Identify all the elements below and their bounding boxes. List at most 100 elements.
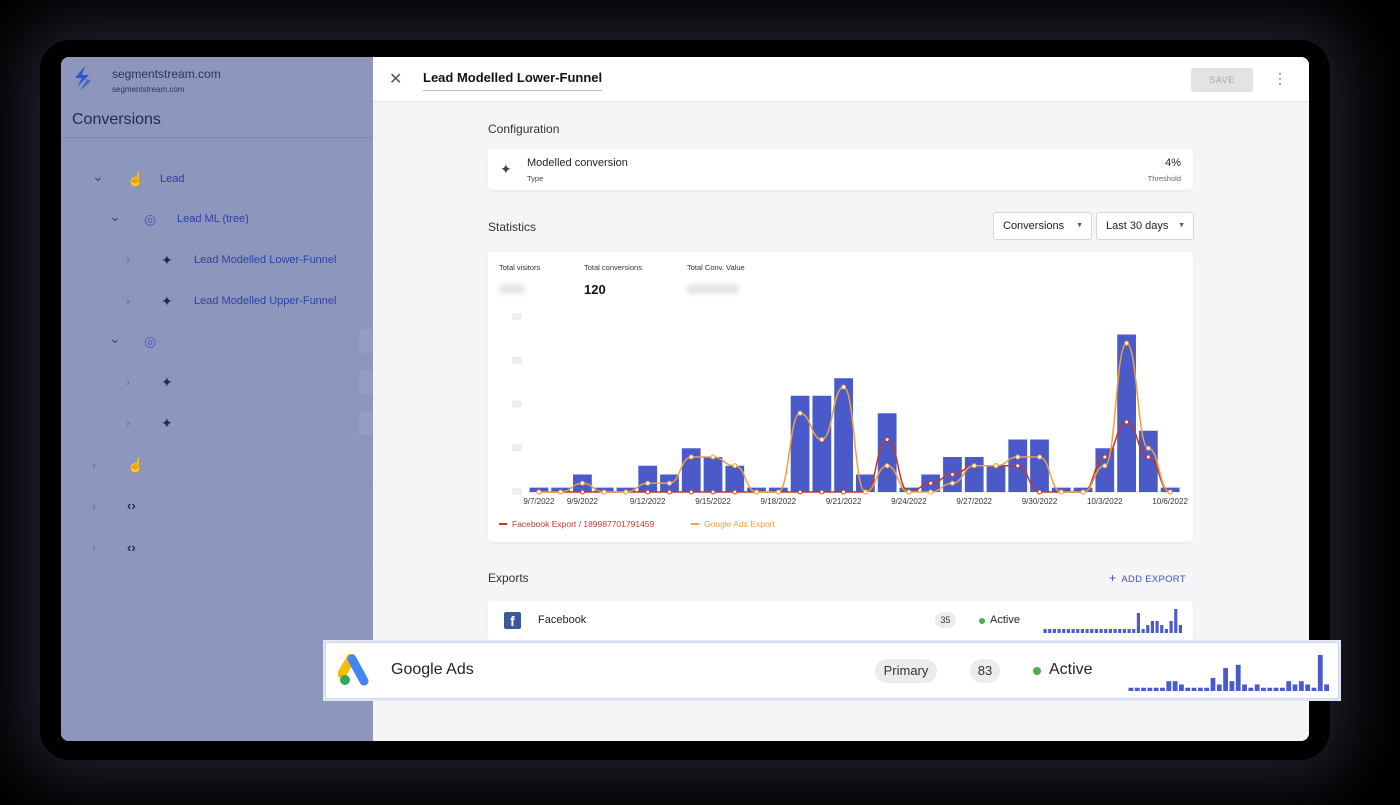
chevron-right-icon[interactable]: › (126, 294, 130, 308)
chart-point[interactable] (732, 463, 738, 469)
legend-item-facebook: Facebook Export / 189987701791459 (499, 519, 654, 529)
sparkline-bar (1099, 629, 1103, 633)
chevron-right-icon[interactable]: › (126, 253, 130, 267)
chart-bar[interactable] (964, 457, 984, 492)
chart-point[interactable] (710, 454, 716, 460)
export-sparkline (1128, 655, 1329, 691)
chart-point[interactable] (1145, 445, 1151, 451)
chart-point[interactable] (1124, 340, 1130, 346)
chart-bar[interactable] (703, 457, 723, 492)
chart-point[interactable] (797, 410, 803, 416)
chart-bar[interactable] (1030, 439, 1049, 493)
chart-point[interactable] (666, 480, 672, 486)
chart-point[interactable] (928, 489, 934, 495)
chart-point[interactable] (1080, 489, 1086, 495)
chart-point[interactable] (688, 489, 694, 495)
more-vertical-icon[interactable]: ⋮ (1273, 70, 1287, 87)
chart-point[interactable] (623, 489, 629, 495)
tree-item[interactable]: › ✦ (61, 362, 373, 402)
chart-point[interactable] (819, 489, 825, 495)
series-line-google-ads (538, 342, 1171, 493)
chart-point[interactable] (1037, 454, 1043, 460)
chevron-right-icon[interactable]: › (92, 499, 96, 513)
sparkline-bar (1317, 655, 1323, 691)
tree-item[interactable]: › ☝ (61, 445, 373, 485)
chart-point[interactable] (754, 489, 760, 495)
date-range-select[interactable]: Last 30 days ▼ (1096, 212, 1194, 240)
chart-point[interactable] (1015, 454, 1021, 460)
tree-item[interactable]: › ✦ Lead Modelled Lower-Funnel (61, 240, 373, 280)
chart-point[interactable] (928, 480, 934, 486)
chart-bar[interactable] (812, 395, 832, 492)
chart-point[interactable] (688, 454, 694, 460)
chart-point[interactable] (841, 489, 847, 495)
chevron-down-icon[interactable]: ⌄ (92, 168, 104, 185)
save-button[interactable]: SAVE (1191, 68, 1253, 92)
tree-item[interactable]: › ✦ Lead Modelled Upper-Funnel (61, 281, 373, 321)
tree-item[interactable]: ⌄ ◎ (61, 321, 373, 361)
chart-point[interactable] (949, 472, 955, 477)
chevron-right-icon[interactable]: › (126, 416, 130, 430)
tree-item[interactable]: › ✦ (61, 403, 373, 443)
tree-item[interactable]: › ‹› (61, 528, 373, 568)
chart-bar[interactable] (877, 413, 897, 492)
metric-select[interactable]: Conversions ▼ (993, 212, 1092, 240)
conversion-name-input[interactable]: Lead Modelled Lower-Funnel (423, 70, 603, 91)
chevron-down-icon[interactable]: ⌄ (109, 208, 121, 225)
sparkle-icon: ✦ (161, 293, 173, 309)
tree-item[interactable]: › ‹› (61, 486, 373, 526)
chart-bar[interactable] (790, 395, 810, 492)
sparkline-bar (1254, 684, 1260, 691)
tree-item[interactable]: ⌄ ◎ Lead ML (tree) (61, 199, 373, 239)
legend-label-facebook: Facebook Export / 189987701791459 (512, 519, 655, 529)
sparkle-icon: ✦ (161, 252, 173, 268)
chart-point[interactable] (884, 437, 890, 442)
chart-point[interactable] (775, 489, 781, 495)
code-icon: ‹› (127, 498, 136, 513)
chart-point[interactable] (666, 489, 672, 495)
x-tick-label: 9/30/2022 (1022, 497, 1058, 506)
chart-point[interactable] (579, 480, 585, 486)
chart-point[interactable] (601, 489, 607, 495)
chart-point[interactable] (1124, 419, 1130, 425)
tree-item[interactable]: ⌄ ☝ Lead (61, 159, 373, 199)
sparkline-bar (1305, 684, 1311, 691)
chart-point[interactable] (862, 489, 868, 495)
chart-point[interactable] (732, 489, 738, 495)
chevron-down-icon[interactable]: ⌄ (109, 330, 121, 347)
chevron-right-icon[interactable]: › (92, 458, 96, 472)
chart-point[interactable] (1037, 489, 1043, 495)
close-icon[interactable]: ✕ (389, 69, 402, 89)
chart-point[interactable] (579, 489, 585, 495)
y-tick-label-redacted (512, 313, 522, 320)
chart-point[interactable] (993, 463, 999, 469)
chevron-right-icon[interactable]: › (126, 375, 130, 389)
chart-point[interactable] (797, 489, 803, 495)
chart-point[interactable] (906, 489, 912, 495)
chart-point[interactable] (1102, 454, 1108, 460)
chart-point[interactable] (949, 480, 955, 486)
chart-bar[interactable] (986, 465, 1006, 492)
export-row-facebook[interactable]: f Facebook 35 Active (488, 601, 1193, 641)
chart-point[interactable] (971, 463, 977, 469)
chart-bar[interactable] (638, 465, 658, 492)
chart-point[interactable] (645, 489, 651, 495)
chart-point[interactable] (1058, 489, 1064, 495)
export-row-google-ads[interactable]: Google Ads Primary 83 Active (325, 642, 1339, 699)
chart-point[interactable] (1015, 463, 1021, 469)
chart-point[interactable] (1145, 454, 1151, 460)
chart-point[interactable] (1102, 463, 1108, 469)
chart-point[interactable] (536, 489, 542, 495)
chart-point[interactable] (841, 384, 847, 390)
chart-point[interactable] (558, 489, 564, 495)
chart-point[interactable] (1167, 489, 1173, 495)
add-export-button[interactable]: + ADD EXPORT (1109, 571, 1186, 585)
chart-point[interactable] (884, 463, 890, 469)
chart-point[interactable] (710, 489, 716, 495)
configuration-card[interactable]: ✦ Modelled conversion Type 4% Threshold (488, 149, 1193, 190)
chart-point[interactable] (819, 437, 825, 442)
chevron-right-icon[interactable]: › (92, 541, 96, 555)
tree-divider (110, 442, 373, 443)
chart-point[interactable] (645, 480, 651, 486)
sparkline-bar (1191, 687, 1197, 691)
